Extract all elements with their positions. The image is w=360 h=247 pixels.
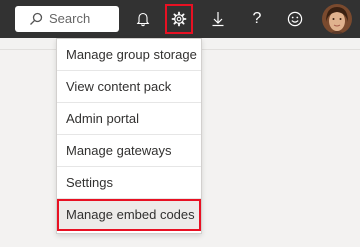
search-placeholder: Search (49, 11, 91, 26)
menu-item-manage-group-storage[interactable]: Manage group storage (57, 39, 201, 71)
menu-item-manage-embed-codes[interactable]: Manage embed codes (57, 199, 201, 231)
menu-item-admin-portal[interactable]: Admin portal (57, 103, 201, 135)
smiley-icon (287, 11, 303, 27)
settings-button[interactable] (165, 4, 193, 34)
top-bar: Search ? (0, 0, 360, 38)
bell-icon (136, 12, 150, 27)
menu-item-manage-gateways[interactable]: Manage gateways (57, 135, 201, 167)
download-button[interactable] (204, 4, 232, 34)
notifications-button[interactable] (129, 4, 157, 34)
feedback-button[interactable] (281, 4, 309, 34)
download-icon (212, 12, 224, 27)
search-box[interactable]: Search (15, 6, 119, 32)
menu-item-view-content-pack[interactable]: View content pack (57, 71, 201, 103)
search-icon (30, 12, 43, 25)
settings-dropdown-menu: Manage group storage View content pack A… (56, 38, 202, 234)
menu-item-settings[interactable]: Settings (57, 167, 201, 199)
gear-icon (171, 11, 187, 27)
help-button[interactable]: ? (243, 4, 271, 34)
help-icon: ? (252, 10, 262, 27)
avatar[interactable] (322, 4, 352, 34)
user-photo (322, 4, 352, 34)
